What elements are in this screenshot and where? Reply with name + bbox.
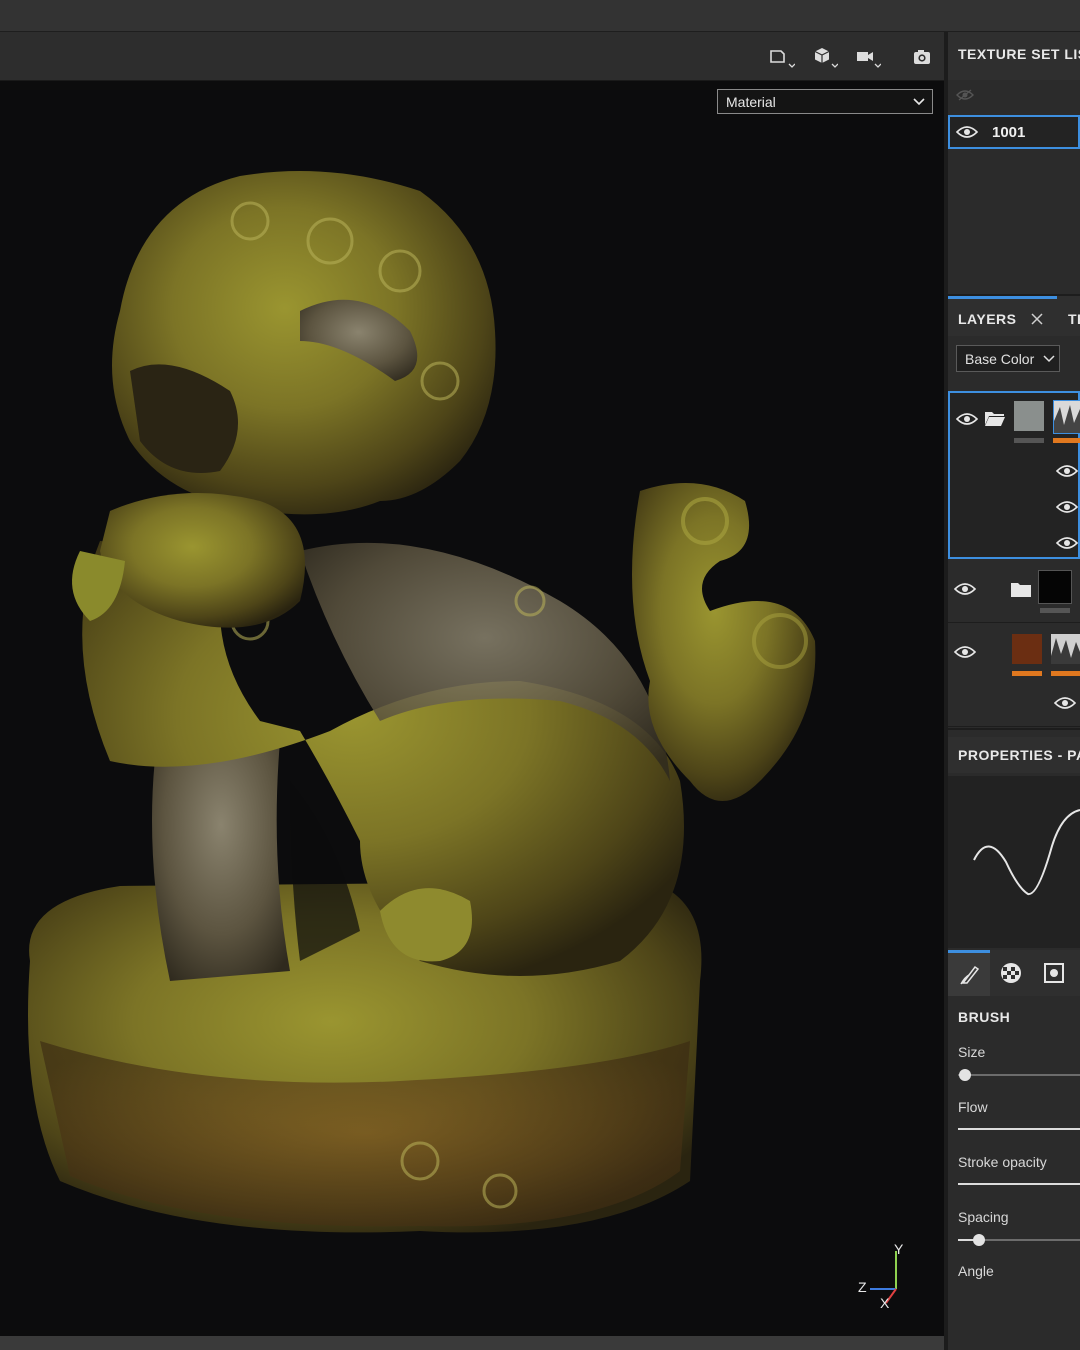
stencil-icon[interactable] <box>1043 962 1065 989</box>
layer-folder-selected[interactable] <box>948 391 1080 559</box>
eye-icon[interactable] <box>1055 535 1079 556</box>
angle-label: Angle <box>958 1263 994 1279</box>
tab-texture-set-settings[interactable]: TE <box>1068 311 1080 327</box>
statue-model-render[interactable] <box>0 81 944 1336</box>
material-select-value: Material <box>726 93 776 110</box>
mask-thumbnail[interactable] <box>1038 570 1072 604</box>
tab-layers[interactable]: LAYERS <box>958 311 1017 327</box>
viewport-3d[interactable]: Y Z X <box>0 81 944 1336</box>
layers-header: LAYERS TE <box>948 296 1080 336</box>
size-slider-handle[interactable] <box>959 1069 971 1081</box>
hidden-eye-icon[interactable] <box>956 88 974 107</box>
active-tab-indicator <box>948 296 1057 299</box>
viewport-toolbar <box>0 32 944 81</box>
eye-icon[interactable] <box>955 124 979 145</box>
brush-preview <box>948 776 1080 948</box>
texture-set-name: 1001 <box>992 124 1026 141</box>
channel-select-value: Base Color <box>965 350 1035 367</box>
frame-select-icon[interactable] <box>765 44 795 70</box>
eye-icon[interactable] <box>953 644 977 665</box>
spacing-label: Spacing <box>958 1209 1009 1225</box>
texture-set-list-header: TEXTURE SET LIS <box>948 32 1080 80</box>
cube-view-icon[interactable] <box>808 44 838 70</box>
channel-select[interactable]: Base Color <box>956 345 1060 372</box>
brush-icon <box>960 965 980 985</box>
texture-set-item[interactable]: 1001 <box>948 115 1080 149</box>
axis-z-label: Z <box>858 1279 867 1295</box>
properties-header: PROPERTIES - PA <box>948 737 1080 773</box>
brush-section-title: BRUSH <box>958 1009 1011 1025</box>
tab-brush[interactable] <box>948 950 990 996</box>
axis-x-label: X <box>880 1295 890 1311</box>
size-label: Size <box>958 1044 986 1060</box>
mask-thumbnail[interactable] <box>1051 634 1080 664</box>
size-slider-track[interactable] <box>958 1074 1080 1076</box>
alpha-checker-icon[interactable] <box>1000 962 1022 989</box>
eye-icon[interactable] <box>955 411 979 432</box>
axis-gizmo: Y Z X <box>852 1241 912 1311</box>
mask-active-bar <box>1051 671 1080 676</box>
mask-thumb-bar <box>1040 608 1070 613</box>
eye-icon[interactable] <box>1053 695 1077 716</box>
viewport-material-select[interactable]: Material <box>717 89 933 114</box>
flow-label: Flow <box>958 1099 988 1115</box>
section-divider <box>948 728 1080 730</box>
close-icon[interactable] <box>1030 312 1044 331</box>
camera-icon[interactable] <box>851 44 881 70</box>
spacing-slider-handle[interactable] <box>973 1234 985 1246</box>
layer-folder[interactable] <box>948 560 1080 623</box>
layer-active-bar <box>1012 671 1042 676</box>
properties-tabs <box>948 950 1080 996</box>
screenshot-icon[interactable] <box>907 44 937 70</box>
mask-active-bar <box>1053 438 1080 443</box>
eye-icon[interactable] <box>1055 499 1079 520</box>
texture-set-list-title: TEXTURE SET LIS <box>958 46 1080 62</box>
axis-y-label: Y <box>894 1241 904 1257</box>
mask-thumbnail[interactable] <box>1053 400 1080 434</box>
properties-title: PROPERTIES - PA <box>958 747 1080 763</box>
stroke-opacity-slider[interactable] <box>958 1183 1080 1185</box>
flow-slider[interactable] <box>958 1128 1080 1130</box>
eye-icon[interactable] <box>953 581 977 602</box>
viewport-status-strip <box>0 1336 944 1350</box>
folder-open-icon[interactable] <box>984 409 1006 432</box>
layer-thumb-bar <box>1014 438 1044 443</box>
brush-stroke-preview <box>973 809 1080 895</box>
folder-icon[interactable] <box>1010 580 1032 603</box>
chevron-down-icon <box>913 98 925 106</box>
chevron-down-icon <box>1043 355 1055 363</box>
layer-material-thumbnail[interactable] <box>1012 634 1042 664</box>
stroke-opacity-label: Stroke opacity <box>958 1154 1047 1170</box>
fill-layer[interactable] <box>948 624 1080 727</box>
layer-color-thumbnail[interactable] <box>1014 401 1044 431</box>
eye-icon[interactable] <box>1055 463 1079 484</box>
right-panel: TEXTURE SET LIS 1001 LAYERS TE Base Colo… <box>948 32 1080 1350</box>
top-bar <box>0 0 1080 32</box>
